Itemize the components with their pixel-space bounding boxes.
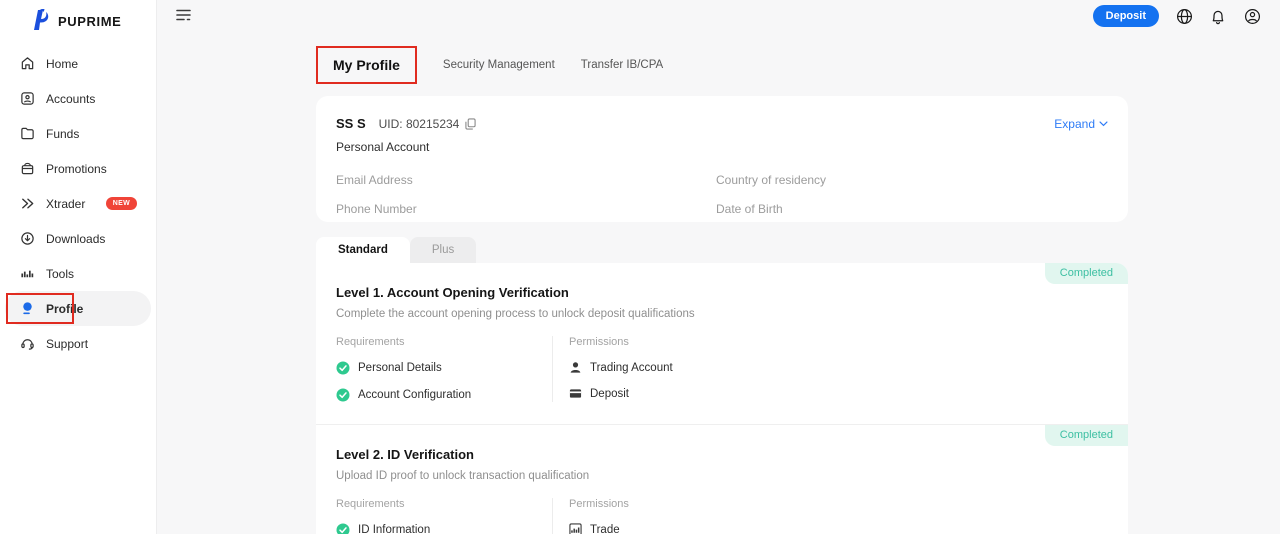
- profile-header-row: SS S UID: 80215234 Expand: [336, 116, 1108, 131]
- requirement-personal-details: Personal Details: [336, 361, 552, 375]
- requirement-account-configuration: Account Configuration: [336, 388, 552, 402]
- profile-uid: UID: 80215234: [379, 117, 460, 131]
- sidebar-item-accounts[interactable]: Accounts: [5, 81, 151, 116]
- permissions-header: Permissions: [569, 336, 673, 348]
- check-circle-icon: [336, 523, 350, 534]
- sidebar-item-label: Profile: [46, 302, 83, 316]
- copy-icon[interactable]: [465, 118, 476, 130]
- sidebar-item-promotions[interactable]: Promotions: [5, 151, 151, 186]
- check-circle-icon: [336, 361, 350, 375]
- sidebar-item-tools[interactable]: Tools: [5, 256, 151, 291]
- topbar-actions: Deposit: [1093, 5, 1261, 27]
- profile-fields: Email Address Country of residency Phone…: [336, 173, 1108, 216]
- requirements-header: Requirements: [336, 498, 552, 510]
- expand-label: Expand: [1054, 117, 1095, 131]
- puprime-logo-icon: [30, 8, 51, 34]
- tab-security-management[interactable]: Security Management: [443, 59, 555, 71]
- status-badge: Completed: [1045, 263, 1128, 284]
- account-type: Personal Account: [336, 140, 1108, 154]
- sidebar-item-label: Accounts: [46, 92, 95, 106]
- sidebar-item-downloads[interactable]: Downloads: [5, 221, 151, 256]
- account-icon[interactable]: [1243, 7, 1261, 25]
- funds-icon: [19, 126, 35, 142]
- verification-tabs: Standard Plus: [316, 237, 1128, 263]
- requirements-header: Requirements: [336, 336, 552, 348]
- sidebar-item-label: Promotions: [46, 162, 107, 176]
- support-icon: [19, 336, 35, 352]
- requirement-label: Personal Details: [358, 362, 442, 374]
- permissions-header: Permissions: [569, 498, 629, 510]
- sidebar-item-funds[interactable]: Funds: [5, 116, 151, 151]
- sidebar-item-label: Downloads: [46, 232, 105, 246]
- promotions-icon: [19, 161, 35, 177]
- collapse-menu-icon[interactable]: [176, 9, 191, 25]
- permission-trading-account: Trading Account: [569, 361, 673, 374]
- sidebar-item-label: Home: [46, 57, 78, 71]
- downloads-icon: [19, 231, 35, 247]
- expand-link[interactable]: Expand: [1054, 117, 1108, 131]
- chart-icon: [569, 523, 582, 534]
- accounts-icon: [19, 91, 35, 107]
- level-1-subtitle: Complete the account opening process to …: [336, 308, 1108, 320]
- chevron-down-icon: [1099, 121, 1108, 127]
- page-tabs: My Profile Security Management Transfer …: [316, 46, 1128, 84]
- tab-standard[interactable]: Standard: [316, 237, 410, 263]
- requirements-column: Requirements ID Information ID Photo: [336, 498, 553, 534]
- check-circle-icon: [336, 388, 350, 402]
- sidebar-item-label: Xtrader: [46, 197, 85, 211]
- level-2-title: Level 2. ID Verification: [336, 447, 1108, 462]
- level-2-section: Completed Level 2. ID Verification Uploa…: [316, 424, 1128, 534]
- sidebar-item-support[interactable]: Support: [5, 326, 151, 361]
- card-icon: [569, 387, 582, 400]
- field-email-address: Email Address: [336, 173, 716, 187]
- requirements-column: Requirements Personal Details Account Co…: [336, 336, 553, 402]
- level-1-title: Level 1. Account Opening Verification: [336, 285, 1108, 300]
- tab-plus[interactable]: Plus: [410, 237, 476, 263]
- permission-label: Trading Account: [590, 362, 673, 374]
- permissions-column: Permissions Trade: [553, 498, 629, 534]
- sidebar-item-label: Support: [46, 337, 88, 351]
- topbar: Deposit: [156, 0, 1280, 34]
- brand-logo[interactable]: PUPRIME: [0, 0, 156, 34]
- sidebar: PUPRIME Home Accounts Funds Promotions: [0, 0, 156, 534]
- requirement-label: Account Configuration: [358, 389, 471, 401]
- level-1-columns: Requirements Personal Details Account Co…: [336, 336, 1108, 402]
- deposit-button[interactable]: Deposit: [1093, 5, 1159, 27]
- person-icon: [569, 361, 582, 374]
- permission-deposit: Deposit: [569, 387, 673, 400]
- requirement-id-information: ID Information: [336, 523, 552, 534]
- bell-icon[interactable]: [1209, 7, 1227, 25]
- permission-label: Trade: [590, 524, 620, 534]
- tools-icon: [19, 266, 35, 282]
- sidebar-item-xtrader[interactable]: Xtrader NEW: [5, 186, 151, 221]
- field-date-of-birth: Date of Birth: [716, 202, 1108, 216]
- main-content: My Profile Security Management Transfer …: [316, 34, 1128, 534]
- xtrader-icon: [19, 196, 35, 212]
- sidebar-item-label: Funds: [46, 127, 79, 141]
- tab-transfer-ib-cpa[interactable]: Transfer IB/CPA: [581, 59, 663, 71]
- profile-summary-card: SS S UID: 80215234 Expand Personal Accou…: [316, 96, 1128, 222]
- sidebar-item-home[interactable]: Home: [5, 46, 151, 81]
- level-1-section: Completed Level 1. Account Opening Verif…: [316, 263, 1128, 424]
- status-badge: Completed: [1045, 425, 1128, 446]
- profile-name: SS S: [336, 116, 366, 131]
- level-2-columns: Requirements ID Information ID Photo Per…: [336, 498, 1108, 534]
- home-icon: [19, 56, 35, 72]
- verification-card: Completed Level 1. Account Opening Verif…: [316, 263, 1128, 534]
- permission-label: Deposit: [590, 388, 629, 400]
- field-phone-number: Phone Number: [336, 202, 716, 216]
- globe-icon[interactable]: [1175, 7, 1193, 25]
- permissions-column: Permissions Trading Account Deposit: [553, 336, 673, 402]
- sidebar-nav: Home Accounts Funds Promotions Xtrader: [0, 46, 156, 361]
- permission-trade: Trade: [569, 523, 629, 534]
- brand-name: PUPRIME: [58, 14, 121, 29]
- new-badge: NEW: [106, 197, 137, 210]
- profile-icon: [19, 301, 35, 317]
- level-2-subtitle: Upload ID proof to unlock transaction qu…: [336, 470, 1108, 482]
- sidebar-item-profile[interactable]: Profile: [5, 291, 151, 326]
- field-country-of-residency: Country of residency: [716, 173, 1108, 187]
- requirement-label: ID Information: [358, 524, 430, 534]
- sidebar-item-label: Tools: [46, 267, 74, 281]
- tab-my-profile[interactable]: My Profile: [316, 46, 417, 84]
